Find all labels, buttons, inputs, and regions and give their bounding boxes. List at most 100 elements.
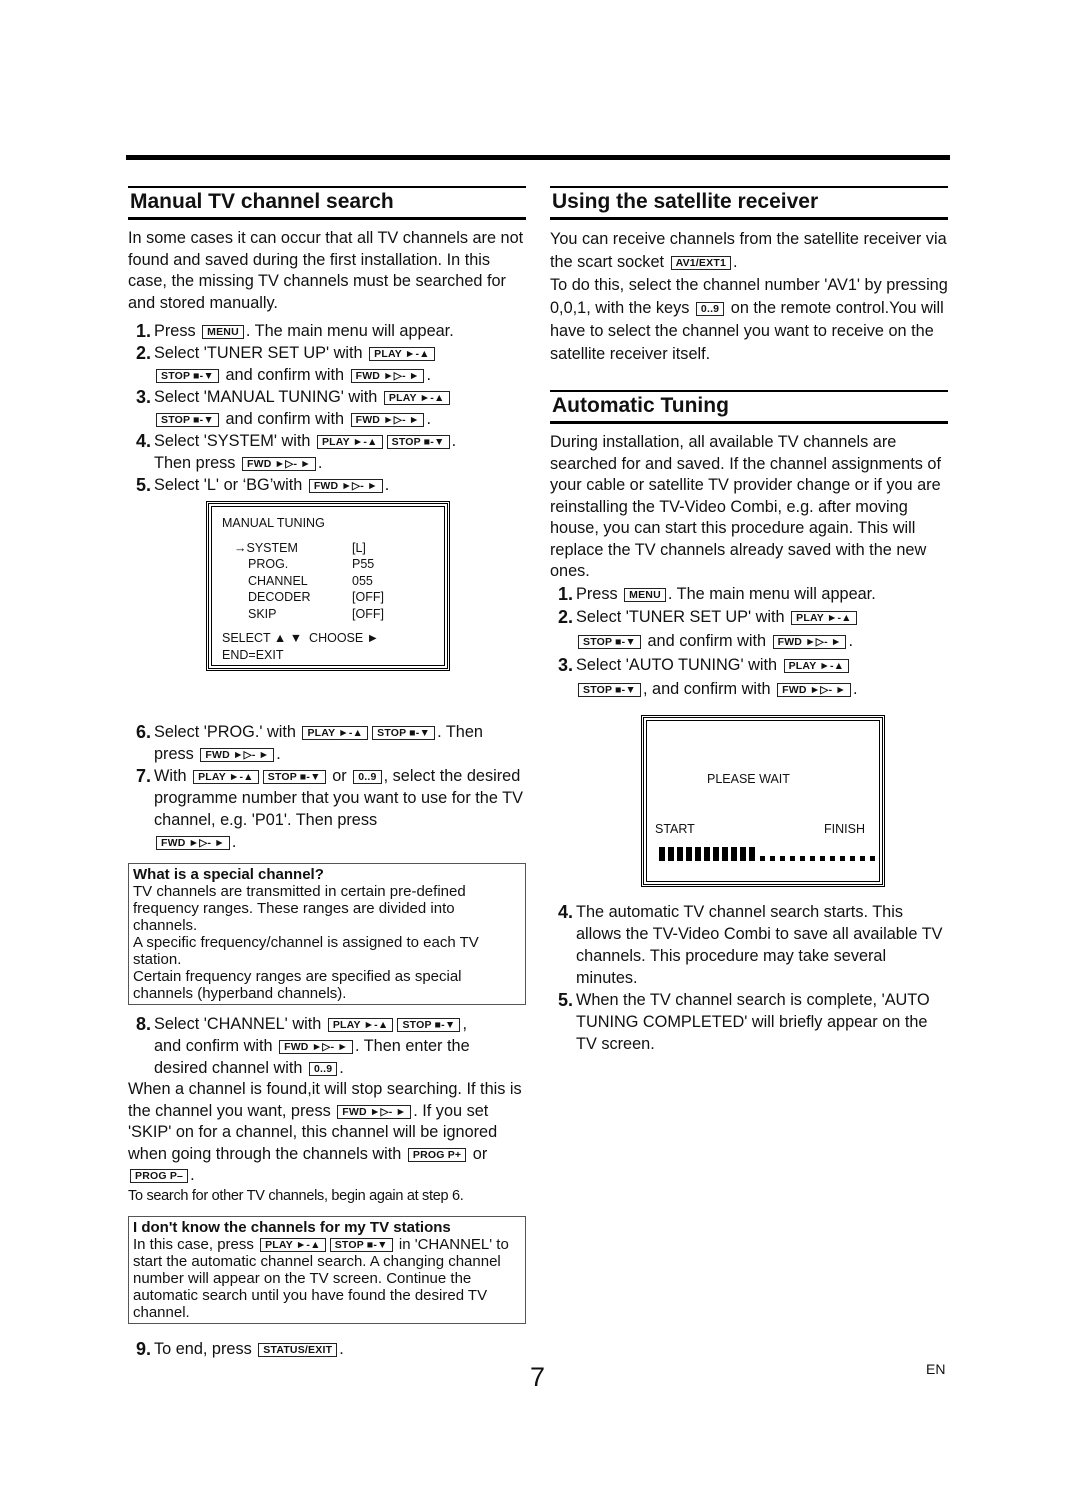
stop-key: STOP ■-▼: [578, 682, 641, 697]
section-title-satellite: Using the satellite receiver: [550, 186, 948, 220]
stop-key: STOP ■-▼: [397, 1018, 461, 1032]
step-number: 2.: [558, 606, 574, 627]
auto-step-5: 5. When the TV channel search is complete…: [550, 989, 948, 1055]
progress-empty-segment: [870, 856, 875, 861]
progress-filled-segment: [704, 847, 710, 861]
play-key: PLAY ►-▲: [260, 1237, 326, 1252]
osd-value: [OFF]: [352, 590, 384, 604]
step-text: The automatic TV channel search starts. …: [576, 902, 943, 987]
cursor-arrow-icon: →: [234, 540, 247, 555]
step-text: Select 'PROG.' with: [154, 723, 296, 741]
step-text: Select 'MANUAL TUNING' with: [154, 388, 378, 406]
progress-empty-segment: [830, 856, 835, 861]
step-text: Then press: [154, 454, 236, 472]
unknown-channels-note: I don't know the channels for my TV stat…: [128, 1215, 526, 1324]
auto-tuning-osd: PLEASE WAIT START FINISH: [641, 715, 885, 887]
play-key: PLAY ►-▲: [327, 1018, 394, 1032]
play-key: PLAY ►-▲: [193, 770, 259, 784]
step-text: and confirm with: [647, 631, 767, 650]
osd-value: P55: [352, 557, 375, 571]
para-text: .: [190, 1166, 195, 1184]
manual-step-8: 8. Select 'CHANNEL' with PLAY ►-▲ STOP ■-▼…: [128, 1013, 526, 1079]
digits-key: 0..9: [695, 302, 725, 316]
auto-step-1: 1. Press MENU. The main menu will appear.: [550, 583, 948, 605]
step-text: When the TV channel search is complete, …: [576, 990, 930, 1053]
step-number: 6.: [136, 722, 152, 742]
progress-filled-segment: [659, 847, 665, 861]
page-number: 7: [530, 1362, 546, 1392]
progress-filled-segment: [713, 847, 719, 861]
stop-key: STOP ■-▼: [386, 435, 450, 449]
osd-row-channel: CHANNEL 055: [222, 573, 434, 590]
progress-empty-segment: [800, 856, 805, 861]
step-text: or: [332, 767, 347, 785]
step-text: and confirm with: [225, 366, 345, 384]
note-line: TV channels are transmitted in certain p…: [133, 883, 466, 934]
auto-step-3: 3. Select 'AUTO TUNING' with PLAY ►-▲ STOP…: [550, 653, 948, 701]
play-key: PLAY ►-▲: [783, 658, 850, 673]
fwd-key: FWD ►▷- ►: [777, 682, 851, 697]
step-text: To end, press: [154, 1339, 252, 1358]
osd-value: 055: [352, 573, 373, 588]
progress-empty-segment: [790, 856, 795, 861]
fwd-key: FWD ►▷- ►: [279, 1040, 353, 1054]
progress-empty-segment: [810, 856, 815, 861]
para-text: .: [733, 253, 738, 271]
progress-filled-segment: [668, 847, 674, 861]
step-number: 3.: [558, 654, 574, 675]
av1-key: AV1/EXT1: [670, 256, 731, 270]
step-text: .: [451, 432, 457, 450]
step-text: Select 'TUNER SET UP' with: [576, 607, 785, 626]
osd-row-skip: SKIP [OFF]: [222, 606, 434, 623]
osd-label: SKIP: [248, 606, 277, 621]
step-text: . Then: [437, 723, 483, 741]
step-text: Select 'SYSTEM' with: [154, 432, 311, 450]
osd-label: SYSTEM: [246, 540, 298, 555]
note-line: A specific frequency/channel is assigned…: [133, 934, 479, 968]
osd-value: [L]: [352, 540, 366, 555]
osd-title: MANUAL TUNING: [222, 516, 325, 530]
progress-empty-segment: [850, 856, 855, 861]
fwd-key: FWD ►▷- ►: [241, 457, 316, 471]
step-number: 8.: [136, 1014, 152, 1034]
manual-step-4: 4. Select 'SYSTEM' with PLAY ►-▲ STOP ■-▼.…: [128, 430, 526, 474]
play-key: PLAY ►-▲: [302, 726, 369, 740]
stop-key: STOP ■-▼: [156, 413, 219, 427]
manual-step-2: 2. Select 'TUNER SET UP' with PLAY ►-▲ STO…: [128, 342, 526, 386]
manual-step-7: 7. With PLAY ►-▲ STOP ■-▼ or 0..9, select …: [128, 765, 526, 853]
manual-intro: In some cases it can occur that all TV c…: [128, 229, 524, 312]
fwd-key: FWD ►▷- ►: [200, 748, 275, 762]
step-number: 1.: [136, 321, 152, 341]
note-body: In this case, press PLAY ►-▲ STOP ■-▼ in …: [133, 1236, 521, 1321]
osd-value: [OFF]: [352, 606, 384, 621]
prog-plus-key: PROG P+: [407, 1147, 467, 1162]
stop-key: STOP ■-▼: [329, 1237, 393, 1252]
fwd-key: FWD ►▷- ►: [350, 413, 425, 427]
step-number: 2.: [136, 343, 152, 363]
fwd-key: FWD ►▷- ►: [350, 369, 425, 383]
step-number: 1.: [558, 583, 574, 604]
stop-key: STOP ■-▼: [372, 726, 436, 740]
osd-footer-select: SELECT ▲ ▼ CHOOSE ►: [222, 631, 380, 645]
manual-step-5: 5. Select 'L' or ‘BG’with FWD ►▷- ►.: [128, 474, 526, 496]
osd-label: CHANNEL: [248, 573, 308, 588]
step-text: .: [853, 679, 858, 698]
stop-key: STOP ■-▼: [262, 770, 326, 784]
osd-finish-label: FINISH: [824, 822, 865, 836]
progress-filled-segment: [677, 847, 683, 861]
step-text: .: [426, 410, 432, 428]
osd-label: PROG.: [248, 557, 289, 571]
step-text: Select 'TUNER SET UP' with: [154, 344, 363, 362]
digits-key: 0..9: [353, 770, 382, 784]
progress-filled-segment: [686, 847, 692, 861]
restart-hint: To search for other TV channels, begin a…: [128, 1187, 464, 1204]
para-text: or: [472, 1144, 488, 1163]
osd-please-wait: PLEASE WAIT: [707, 772, 790, 786]
digits-key: 0..9: [308, 1062, 338, 1076]
auto-step-2: 2. Select 'TUNER SET UP' with PLAY ►-▲ STO…: [550, 605, 948, 653]
manual-step-1: 1. Press MENU. The main menu will appear.: [128, 320, 526, 342]
osd-label: DECODER: [248, 590, 311, 604]
osd-start-label: START: [655, 822, 695, 836]
step-number: 5.: [558, 989, 574, 1010]
note-text: In this case, press: [133, 1235, 254, 1253]
